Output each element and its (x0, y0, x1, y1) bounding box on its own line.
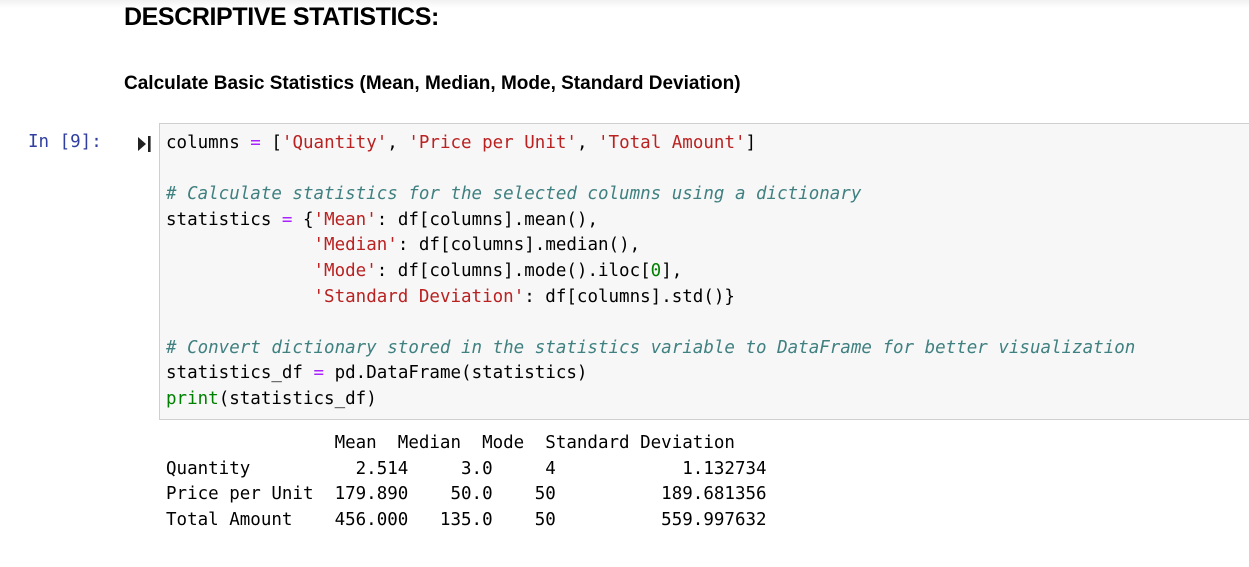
code-line-7: 'Standard Deviation': df[columns].std()} (313, 286, 735, 307)
markdown-subheading: Calculate Basic Statistics (Mean, Median… (124, 73, 741, 94)
markdown-heading: DESCRIPTIVE STATISTICS: (124, 3, 439, 31)
run-cell-icon[interactable] (137, 134, 153, 154)
code-line-5: 'Median': df[columns].median(), (313, 235, 641, 256)
output-row: Price per Unit 179.890 50.0 50 189.68135… (166, 484, 767, 505)
code-comment-2: # Convert dictionary stored in the stati… (166, 337, 1136, 358)
input-prompt: In [9]: (28, 132, 102, 152)
output-header: Mean Median Mode Standard Deviation (166, 433, 735, 453)
code-line-4: statistics = {'Mean': df[columns].mean()… (166, 209, 599, 230)
output-row: Total Amount 456.000 135.0 50 559.997632 (166, 509, 767, 530)
output-row: Quantity 2.514 3.0 4 1.132734 (166, 458, 767, 479)
code-editor[interactable]: columns = ['Quantity', 'Price per Unit',… (166, 131, 1135, 413)
code-line-11: print(statistics_df) (166, 388, 377, 409)
code-line-10: statistics_df = pd.DataFrame(statistics) (166, 363, 588, 384)
code-comment-1: # Calculate statistics for the selected … (166, 184, 862, 205)
code-line-6: 'Mode': df[columns].mode().iloc[0], (313, 260, 683, 281)
code-line-1: columns = ['Quantity', 'Price per Unit',… (166, 133, 757, 153)
cell-output: Mean Median Mode Standard Deviation Quant… (166, 431, 767, 533)
